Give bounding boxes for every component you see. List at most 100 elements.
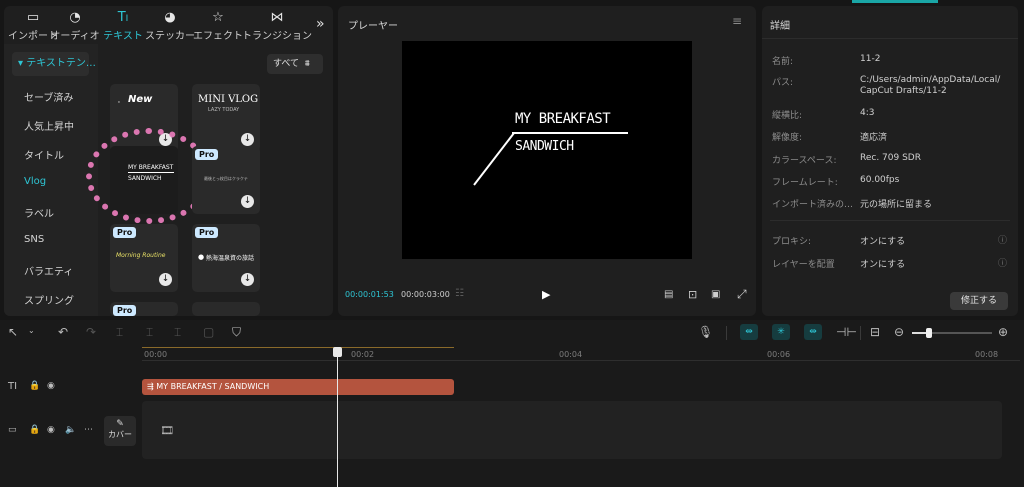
effect-icon: ☆ (212, 10, 224, 25)
download-icon[interactable]: ↓ (159, 273, 172, 286)
zoom-slider-track[interactable] (912, 328, 992, 338)
details-divider-2 (770, 220, 1010, 221)
tab-transition-label: トランジション (242, 31, 312, 42)
tile-morning-text: Morning Routine (116, 252, 166, 259)
detail-name-label: 名前: (772, 57, 794, 67)
layer-label: レイヤーを配置 (772, 260, 835, 270)
sidebar-text-templates[interactable]: ▾ テキストテン… (12, 52, 96, 76)
split-icon[interactable]: ⌶ (116, 325, 123, 340)
sidebar-item-sns[interactable]: SNS (24, 234, 44, 245)
canvas-rule (512, 132, 628, 134)
canvas-text-line2: SANDWICH (515, 139, 574, 154)
export-accent[interactable] (852, 0, 938, 3)
template-tile-partial-1[interactable]: Pro (110, 302, 178, 316)
zoom-in-icon[interactable]: ⊕ (998, 325, 1008, 339)
player-menu-icon[interactable]: ≡ (732, 14, 742, 28)
tab-effect-label: エフェクト (193, 31, 243, 42)
main-track-lock-icon[interactable]: 🔒 (29, 425, 40, 435)
timecode-grid-icon[interactable]: ☷ (455, 288, 464, 299)
text-clip[interactable]: ⇶ MY BREAKFAST / SANDWICH (142, 379, 454, 395)
screenshot-icon[interactable]: ⊡ (688, 288, 697, 301)
top-strip (0, 0, 1024, 4)
preview-axis-icon[interactable]: ⊣⊢ (836, 325, 857, 339)
main-track-audio-icon[interactable]: 🔈 (65, 425, 76, 435)
delete-icon[interactable]: ▢ (203, 325, 214, 339)
linkage-icon[interactable]: ⇹ (804, 324, 822, 340)
more-tabs-icon[interactable]: » (316, 16, 325, 32)
pro-badge: Pro (195, 227, 219, 238)
proxy-value[interactable]: オンにする (860, 234, 905, 247)
select-dropdown-icon[interactable]: ⌄ (28, 326, 35, 335)
ruler-baseline (142, 360, 1020, 361)
split-left-icon[interactable]: ⌶ (146, 325, 153, 340)
template-tile-mini-vlog[interactable]: MINI VLOG LAZY TODAY ↓ (192, 84, 260, 152)
sidebar-item-variety[interactable]: バラエティ (24, 263, 73, 278)
marker-icon[interactable]: ⛉ (232, 325, 241, 340)
text-track-visibility-icon[interactable]: ◉ (47, 381, 55, 391)
sidebar-item-saved[interactable]: セーブ済み (24, 89, 73, 104)
filter-icon: ⩩ (304, 59, 310, 69)
detail-path-label: パス: (772, 78, 794, 88)
redo-icon[interactable]: ↷ (86, 325, 96, 339)
zoom-out-icon[interactable]: ⊖ (894, 325, 904, 339)
tab-transition[interactable]: ⋈ トランジション (242, 10, 312, 42)
template-tile-atami[interactable]: Pro ● 熱海温泉資の旅話 ↓ (192, 224, 260, 292)
ruler-2: 00:02 (351, 350, 375, 359)
edit-button[interactable]: 修正する (950, 292, 1008, 310)
layer-value[interactable]: オンにする (860, 257, 905, 270)
sidebar-item-spring[interactable]: スプリング (24, 292, 74, 307)
main-track-lane[interactable] (142, 401, 1002, 459)
auto-snap-icon[interactable]: ✳ (772, 324, 790, 340)
undo-icon[interactable]: ↶ (58, 325, 68, 339)
canvas-text-line1: MY BREAKFAST (515, 111, 611, 127)
sidebar-item-trending[interactable]: 人気上昇中 (24, 118, 74, 133)
tile-new-text: New (128, 94, 153, 105)
details-title: 詳細 (770, 21, 790, 32)
ruler-0: 00:00 (144, 350, 168, 359)
toolbar-sep (726, 326, 727, 340)
filter-button[interactable]: すべて ⩩ (267, 54, 323, 74)
tile-atami-text: 熱海温泉資の旅話 (206, 255, 255, 262)
ratio-icon[interactable]: ▣ (711, 289, 720, 300)
detail-ratio-label: 縦横比: (772, 111, 803, 121)
zoom-slider-handle[interactable] (926, 328, 932, 338)
template-tile-pro-1[interactable]: Pro 最後とっ枚目はクラクテ ↓ (192, 146, 260, 214)
microphone-icon[interactable]: 🎙 (698, 325, 713, 339)
fit-timeline-icon[interactable]: ⊟ (870, 325, 880, 339)
proxy-help-icon[interactable]: ⓘ (998, 233, 1007, 246)
sidebar-item-label[interactable]: ラベル (24, 205, 54, 220)
playhead-handle[interactable] (333, 347, 342, 357)
pro-badge: Pro (113, 305, 137, 316)
play-icon[interactable]: ▶ (542, 288, 550, 301)
fullscreen-icon[interactable]: ⤢ (737, 287, 747, 302)
download-icon[interactable]: ↓ (241, 195, 254, 208)
pro-badge: Pro (113, 227, 137, 238)
cover-button[interactable]: ✎ カバー (104, 416, 136, 446)
sidebar-item-vlog[interactable]: Vlog (24, 176, 46, 187)
template-tile-partial-2[interactable] (192, 302, 260, 316)
playhead-line (337, 352, 338, 487)
detail-path-value: C:/Users/admin/AppData/Local/ (860, 75, 1001, 85)
detail-name-value: 11-2 (860, 54, 881, 64)
total-time: 00:00:03:00 (401, 290, 450, 299)
main-track-more-icon[interactable]: ⋯ (84, 425, 93, 435)
subtitle-icon[interactable]: ▤ (664, 289, 673, 300)
sidebar-item-title[interactable]: タイトル (24, 147, 64, 162)
proxy-label: プロキシ: (772, 237, 812, 247)
template-tile-morning[interactable]: Pro Morning Routine ↓ (110, 224, 178, 292)
tab-effect[interactable]: ☆ エフェクト (189, 10, 247, 42)
download-icon[interactable]: ↓ (241, 273, 254, 286)
select-tool-icon[interactable]: ↖ (8, 325, 18, 339)
canvas-slash (473, 132, 515, 186)
left-tab-bar: ▭ インポート ◔ オーディオ TI テキスト ◕ ステッカー ☆ エフェクト … (4, 6, 333, 42)
text-clip-icon: ⇶ (147, 382, 154, 391)
cover-label: カバー (108, 430, 132, 439)
split-right-icon[interactable]: ⌶ (174, 325, 181, 340)
main-track-visibility-icon[interactable]: ◉ (47, 425, 55, 435)
tile-pro-1-text: 最後とっ枚目はクラクテ (204, 176, 248, 181)
layer-help-icon[interactable]: ⓘ (998, 256, 1007, 269)
current-time: 00:00:01:53 (345, 290, 394, 299)
text-track-lock-icon[interactable]: 🔒 (29, 381, 40, 391)
main-track-magnet-icon[interactable]: ⇹ (740, 324, 758, 340)
download-icon[interactable]: ↓ (241, 133, 254, 146)
